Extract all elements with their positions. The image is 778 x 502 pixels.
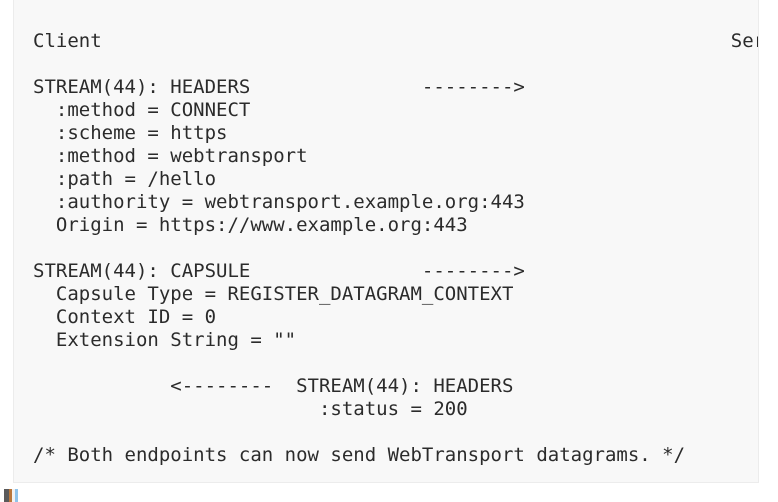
- diagram-line-blank-3: [33, 352, 758, 375]
- diagram-line-extension-string: Extension String = "": [33, 329, 297, 351]
- diagram-line-stream-capsule: STREAM(44): CAPSULE -------->: [33, 260, 525, 282]
- diagram-line-origin: Origin = https://www.example.org:443: [33, 214, 468, 236]
- diagram-line-path-hello: :path = /hello: [33, 168, 217, 190]
- diagram-line-method-webtransport: :method = webtransport: [33, 145, 308, 167]
- diagram-line-header: Client Server: [33, 30, 759, 52]
- code-text[interactable]: Client Server STREAM(44): HEADERS -------…: [14, 0, 758, 467]
- figure-container: Client Server STREAM(44): HEADERS -------…: [0, 0, 778, 502]
- browser-tab-favicon-icon[interactable]: [4, 489, 19, 502]
- diagram-line-authority: :authority = webtransport.example.org:44…: [33, 191, 525, 213]
- favicon-stripe-4: [15, 489, 18, 502]
- diagram-line-context-id: Context ID = 0: [33, 306, 217, 328]
- diagram-line-stream-headers-request: STREAM(44): HEADERS -------->: [33, 76, 525, 98]
- diagram-line-capsule-type: Capsule Type = REGISTER_DATAGRAM_CONTEXT: [33, 283, 514, 305]
- diagram-line-method-connect: :method = CONNECT: [33, 99, 251, 121]
- diagram-line-blank-1: [33, 53, 758, 76]
- diagram-line-status-200: :status = 200: [33, 398, 468, 420]
- protocol-flow-code-block[interactable]: Client Server STREAM(44): HEADERS -------…: [13, 0, 759, 483]
- diagram-line-scheme-https: :scheme = https: [33, 122, 228, 144]
- diagram-line-blank-2: [33, 237, 758, 260]
- diagram-line-comment: /* Both endpoints can now send WebTransp…: [33, 444, 686, 466]
- diagram-line-stream-headers-response: <-------- STREAM(44): HEADERS: [33, 375, 514, 397]
- diagram-line-blank-4: [33, 421, 758, 444]
